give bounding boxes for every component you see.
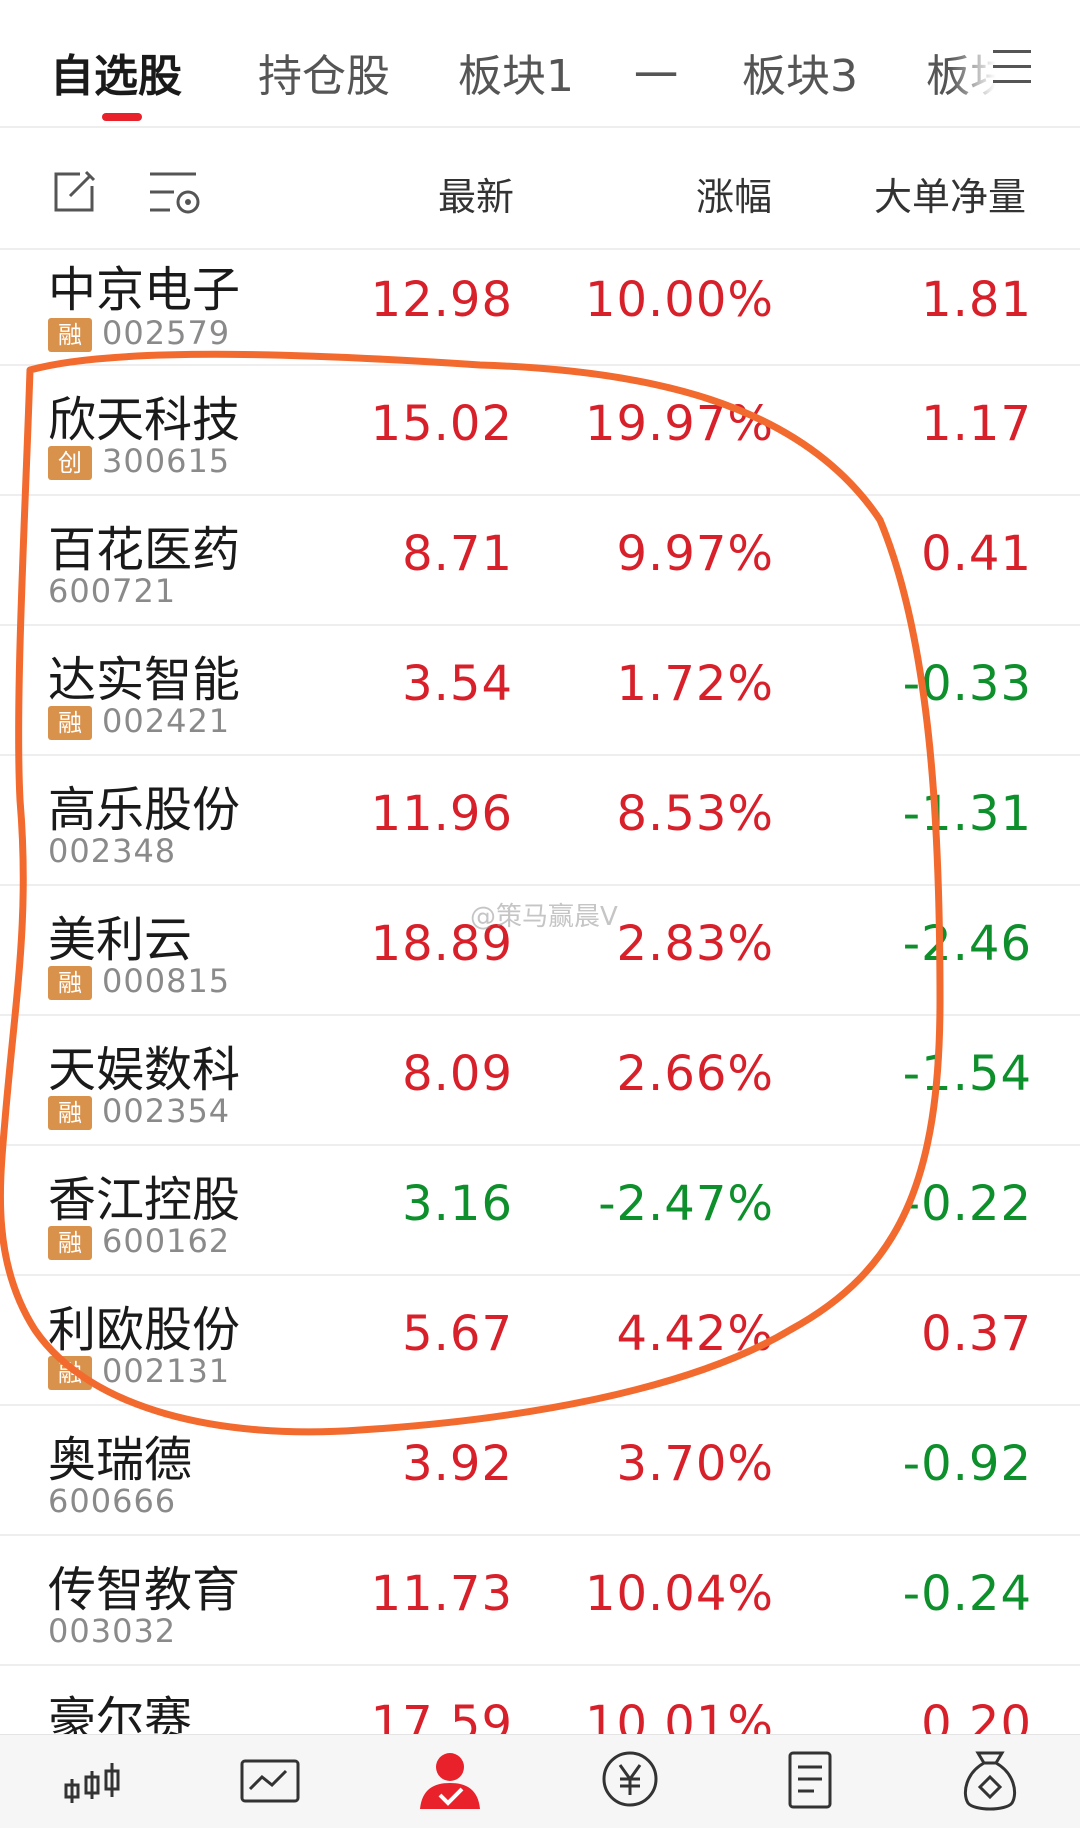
stock-code: 002348 xyxy=(48,832,177,870)
stock-price: 8.09 xyxy=(402,1046,513,1102)
stock-net-volume: -0.22 xyxy=(902,1176,1032,1232)
stock-price: 12.98 xyxy=(370,272,513,328)
stock-net-volume: -1.31 xyxy=(902,786,1032,842)
stock-price: 8.71 xyxy=(402,526,513,582)
stock-name: 利欧股份 xyxy=(48,1302,241,1358)
stock-name: 欣天科技 xyxy=(48,392,241,448)
stock-row[interactable]: 百花医药 600721 8.71 9.97% 0.41 xyxy=(0,496,1080,626)
stock-code: 600666 xyxy=(48,1482,177,1520)
stock-code: 003032 xyxy=(48,1612,177,1650)
stock-name: 高乐股份 xyxy=(48,782,241,838)
stock-change: 9.97% xyxy=(616,526,774,582)
header-latest[interactable]: 最新 xyxy=(438,166,514,221)
tab-holdings[interactable]: 持仓股 xyxy=(258,40,390,104)
stock-row[interactable]: 奥瑞德 600666 3.92 3.70% -0.92 xyxy=(0,1406,1080,1536)
stock-price: 3.54 xyxy=(402,656,513,712)
stock-net-volume: -0.24 xyxy=(902,1566,1032,1622)
stock-price: 11.73 xyxy=(370,1566,513,1622)
stock-row[interactable]: 传智教育 003032 11.73 10.04% -0.24 xyxy=(0,1536,1080,1666)
stock-badge: 融 xyxy=(48,1356,92,1390)
stock-name: 天娱数科 xyxy=(48,1042,241,1098)
tab-sector-1[interactable]: 板块1 xyxy=(458,40,574,104)
stock-code: 002579 xyxy=(102,314,231,352)
stock-net-volume: 1.81 xyxy=(921,272,1032,328)
column-header: 最新 涨幅 大单净量 xyxy=(0,130,1080,250)
stock-name: 达实智能 xyxy=(48,652,241,708)
tab-watchlist[interactable]: 自选股 xyxy=(50,40,182,104)
watchlist-user-icon[interactable] xyxy=(418,1749,498,1828)
stock-change: 8.53% xyxy=(616,786,774,842)
header-net-volume[interactable]: 大单净量 xyxy=(874,166,1026,221)
tab-bar: 自选股 持仓股 板块1 一 板块3 板块 xyxy=(0,0,1080,128)
stock-net-volume: -2.46 xyxy=(902,916,1032,972)
tab-separator-item[interactable]: 一 xyxy=(634,40,678,104)
stock-name: 香江控股 xyxy=(48,1172,241,1228)
stock-name: 传智教育 xyxy=(48,1562,241,1618)
stock-price: 5.67 xyxy=(402,1306,513,1362)
stock-price: 3.16 xyxy=(402,1176,513,1232)
stock-change: 10.04% xyxy=(584,1566,774,1622)
active-tab-indicator xyxy=(102,113,142,121)
stock-code: 300615 xyxy=(102,442,231,480)
stock-code: 002131 xyxy=(102,1352,231,1390)
stock-row[interactable]: 中京电子 融 002579 12.98 10.00% 1.81 xyxy=(0,252,1080,366)
stock-code: 002421 xyxy=(102,702,231,740)
stock-name: 中京电子 xyxy=(48,262,241,318)
stock-badge: 融 xyxy=(48,1096,92,1130)
stock-code: 000815 xyxy=(102,962,231,1000)
stock-name: 美利云 xyxy=(48,912,193,968)
money-bag-icon[interactable] xyxy=(960,1749,1040,1828)
tab-sector-3[interactable]: 板块3 xyxy=(742,40,858,104)
header-change[interactable]: 涨幅 xyxy=(696,166,772,221)
stock-row[interactable]: 达实智能 融 002421 3.54 1.72% -0.33 xyxy=(0,626,1080,756)
stock-code: 002354 xyxy=(102,1092,231,1130)
stock-net-volume: -0.33 xyxy=(902,656,1032,712)
stock-badge: 融 xyxy=(48,318,92,352)
stock-row[interactable]: 利欧股份 融 002131 5.67 4.42% 0.37 xyxy=(0,1276,1080,1406)
stock-badge: 融 xyxy=(48,1226,92,1260)
stock-price: 11.96 xyxy=(370,786,513,842)
stock-change: -2.47% xyxy=(598,1176,774,1232)
stock-change: 19.97% xyxy=(584,396,774,452)
stock-row[interactable]: 高乐股份 002348 11.96 8.53% -1.31 xyxy=(0,756,1080,886)
stock-net-volume: -0.92 xyxy=(902,1436,1032,1492)
stock-change: 4.42% xyxy=(616,1306,774,1362)
stock-change: 1.72% xyxy=(616,656,774,712)
stock-row[interactable]: 欣天科技 创 300615 15.02 19.97% 1.17 xyxy=(0,366,1080,496)
stock-name: 奥瑞德 xyxy=(48,1432,193,1488)
stock-row[interactable]: 天娱数科 融 002354 8.09 2.66% -1.54 xyxy=(0,1016,1080,1146)
stock-code: 600721 xyxy=(48,572,177,610)
stock-net-volume: -1.54 xyxy=(902,1046,1032,1102)
stock-badge: 创 xyxy=(48,446,92,480)
stock-price: 15.02 xyxy=(370,396,513,452)
stock-net-volume: 0.37 xyxy=(921,1306,1032,1362)
stock-row[interactable]: 香江控股 融 600162 3.16 -2.47% -0.22 xyxy=(0,1146,1080,1276)
watermark: @策马赢晨V xyxy=(470,902,618,932)
stock-change: 3.70% xyxy=(616,1436,774,1492)
bottom-nav xyxy=(0,1734,1080,1828)
stock-list: 中京电子 融 002579 12.98 10.00% 1.81 欣天科技 创 3… xyxy=(0,252,1080,1796)
stock-name: 百花医药 xyxy=(48,522,241,578)
edit-icon[interactable] xyxy=(50,168,98,216)
filter-settings-icon[interactable] xyxy=(148,166,202,220)
chart-icon[interactable] xyxy=(238,1749,318,1828)
yuan-icon[interactable] xyxy=(600,1749,680,1828)
stock-badge: 融 xyxy=(48,966,92,1000)
stock-change: 2.66% xyxy=(616,1046,774,1102)
stock-net-volume: 0.41 xyxy=(921,526,1032,582)
stock-badge: 融 xyxy=(48,706,92,740)
menu-icon[interactable] xyxy=(993,50,1031,84)
stock-price: 3.92 xyxy=(402,1436,513,1492)
market-icon[interactable] xyxy=(62,1749,142,1828)
news-icon[interactable] xyxy=(786,1749,866,1828)
stock-code: 600162 xyxy=(102,1222,231,1260)
stock-change: 10.00% xyxy=(584,272,774,328)
stock-net-volume: 1.17 xyxy=(921,396,1032,452)
